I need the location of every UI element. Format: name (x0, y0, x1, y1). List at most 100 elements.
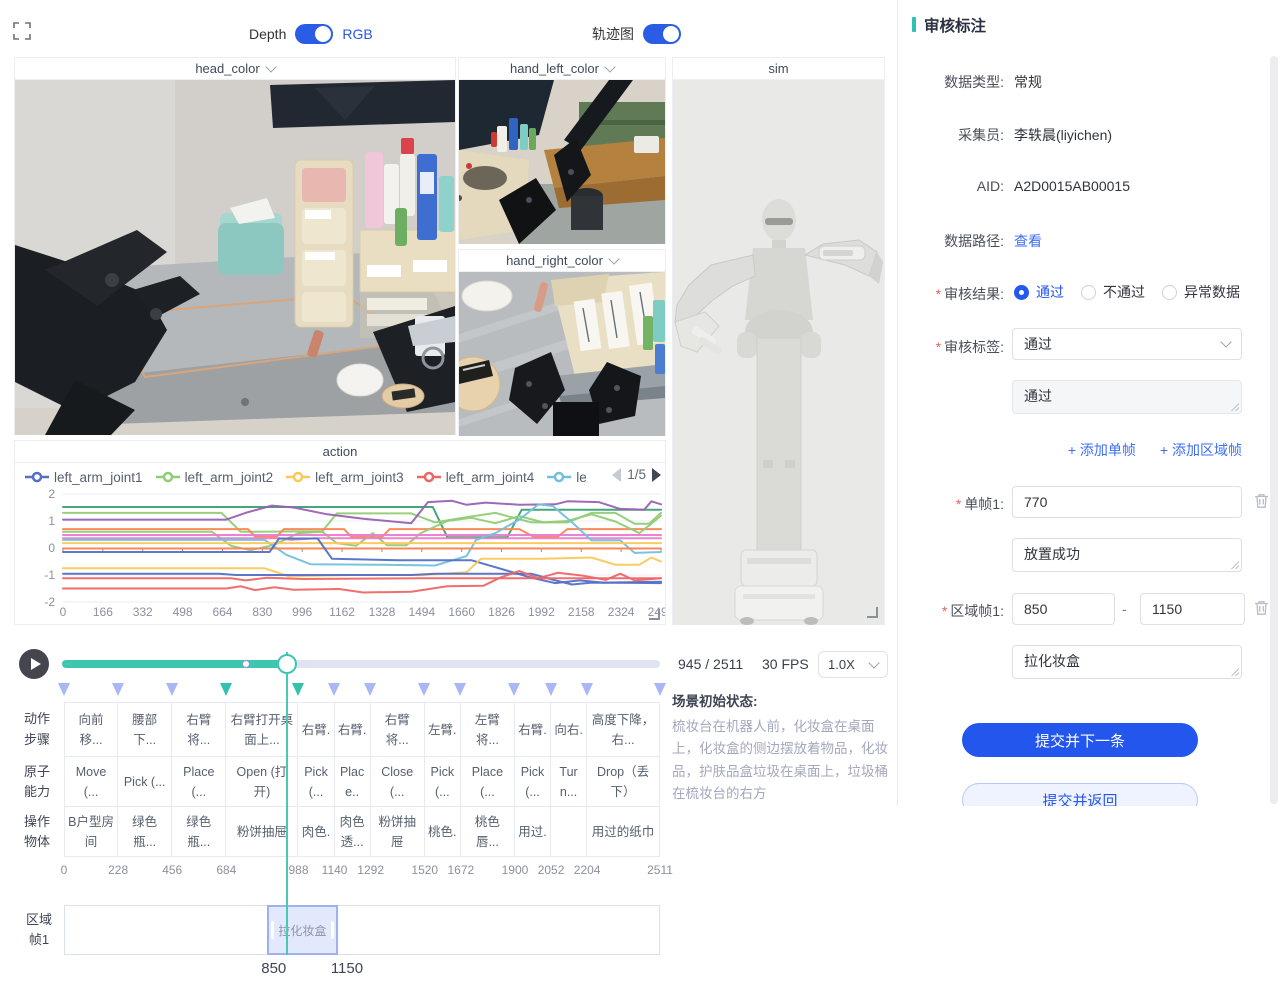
delete-single-frame-icon[interactable] (1254, 493, 1269, 509)
timeline-marker[interactable] (508, 683, 520, 696)
hand-right-camera-select[interactable]: hand_right_color (459, 250, 665, 272)
timeline-marker[interactable] (581, 683, 593, 696)
legend-item[interactable]: left_arm_joint4 (417, 470, 535, 485)
add-single-frame-link[interactable]: + 添加单帧 (1068, 440, 1136, 460)
legend-item[interactable]: left_arm_joint3 (286, 470, 404, 485)
single-frame-input[interactable]: 770 (1012, 486, 1242, 518)
robot-data-review-app: Depth RGB 轨迹图 head_color (0, 0, 1280, 987)
legend-item[interactable]: left_arm_joint1 (25, 470, 143, 485)
sim-panel: sim (672, 57, 885, 625)
fps-label: 30 FPS (762, 656, 809, 672)
region-track[interactable]: 拉化妆盒 (64, 905, 660, 955)
step-cell-action: 高度下降，右... (587, 702, 660, 757)
timeline-marker[interactable] (364, 683, 376, 696)
svg-text:2324: 2324 (608, 605, 635, 619)
steps-axis-tick: 2511 (647, 863, 673, 877)
step-cell-action: 右臂将... (172, 702, 226, 757)
playhead-line[interactable] (286, 652, 288, 955)
steps-axis-tick: 1520 (411, 863, 438, 877)
timeline-slider-track[interactable] (62, 660, 660, 668)
legend-prev-icon[interactable] (612, 468, 621, 482)
timeline-marker[interactable] (220, 683, 232, 696)
legend-item[interactable]: left_arm_joint2 (156, 470, 274, 485)
head-camera-title: head_color (195, 61, 259, 76)
review-tag-note-textarea[interactable]: 通过 (1012, 380, 1242, 414)
action-chart-header: action (15, 441, 665, 463)
delete-region-frame-icon[interactable] (1254, 600, 1269, 616)
timeline-marker[interactable] (454, 683, 466, 696)
steps-axis-tick: 684 (216, 863, 236, 877)
svg-text:166: 166 (93, 605, 113, 619)
sim-resize-handle-icon[interactable] (867, 607, 878, 618)
head-camera-select[interactable]: head_color (15, 58, 455, 80)
step-cell-action: 右臂将... (371, 702, 425, 757)
radio-option-fail[interactable]: 不通过 (1081, 282, 1145, 302)
timeline-marker[interactable] (58, 683, 70, 696)
resize-handle-icon[interactable] (1230, 560, 1239, 569)
region-frame-note-textarea[interactable]: 拉化妆盒 (1012, 645, 1242, 679)
timeline-marker[interactable] (654, 683, 666, 696)
chart-resize-handle-icon[interactable] (649, 609, 660, 620)
region-left-handle[interactable] (271, 921, 274, 939)
radio-option-pass[interactable]: 通过 (1014, 282, 1064, 302)
svg-text:1494: 1494 (408, 605, 435, 619)
submit-back-button[interactable]: 提交并返回 (962, 783, 1198, 806)
resize-handle-icon[interactable] (1230, 667, 1239, 676)
region-start-label: 850 (261, 960, 286, 977)
timeline-slider-handle[interactable] (277, 654, 297, 674)
step-cell-atomic: Pick (... (118, 757, 172, 807)
legend-next-icon[interactable] (652, 468, 661, 482)
hand-left-camera-select[interactable]: hand_left_color (459, 58, 665, 80)
speed-select[interactable]: 1.0X (818, 651, 888, 678)
rgb-label: RGB (342, 26, 372, 42)
timeline-marker[interactable] (418, 683, 430, 696)
fullscreen-icon[interactable] (13, 22, 31, 40)
region-range-box[interactable]: 拉化妆盒 (267, 905, 338, 955)
steps-axis-tick: 0 (61, 863, 68, 877)
step-cell-object: 粉饼抽屉 (371, 807, 425, 857)
timeline-marker[interactable] (328, 683, 340, 696)
step-cell-atomic: Pick (... (299, 757, 335, 807)
svg-text:1: 1 (48, 514, 55, 528)
timeline-marker[interactable] (292, 683, 304, 696)
steps-axis-tick: 456 (162, 863, 182, 877)
step-cell-atomic: Move (... (64, 757, 118, 807)
sim-viewport[interactable] (673, 80, 884, 625)
timeline-marker[interactable] (112, 683, 124, 696)
trajectory-toggle[interactable] (643, 24, 681, 44)
single-frame-note-textarea[interactable]: 放置成功 (1012, 538, 1242, 572)
step-cell-object: 桃色. (425, 807, 461, 857)
data-path-view-link[interactable]: 查看 (1014, 231, 1042, 251)
add-region-frame-link[interactable]: + 添加区域帧 (1160, 440, 1242, 460)
chevron-down-icon (1220, 336, 1231, 347)
legend-item-label: left_arm_joint3 (315, 470, 404, 485)
step-cell-object (551, 807, 587, 857)
region-frame-start-input[interactable]: 850 (1012, 593, 1115, 625)
data-type-label: 数据类型: (912, 72, 1004, 92)
play-button[interactable] (19, 649, 49, 679)
timeline-marker[interactable] (545, 683, 557, 696)
review-tag-select[interactable]: 通过 (1012, 328, 1242, 360)
action-chart-plot[interactable]: 210-1-2016633249866483099611621328149416… (15, 486, 665, 624)
resize-handle-icon[interactable] (1230, 402, 1239, 411)
radio-option-abnormal[interactable]: 异常数据 (1162, 282, 1240, 302)
step-cell-action: 向右. (551, 702, 587, 757)
step-cell-atomic: Place (... (461, 757, 515, 807)
region-right-handle[interactable] (331, 921, 334, 939)
svg-text:996: 996 (292, 605, 312, 619)
svg-text:1826: 1826 (488, 605, 515, 619)
timeline-marker[interactable] (166, 683, 178, 696)
scrollbar[interactable] (1270, 56, 1278, 804)
scene-state-block: 场景初始状态: 梳妆台在机器人前，化妆盒在桌面上，化妆盒的侧边摆放着物品，化妆品… (672, 690, 888, 805)
single-frame-dot-marker[interactable] (242, 660, 250, 668)
steps-axis-tick: 1672 (447, 863, 474, 877)
svg-text:-1: -1 (44, 568, 55, 582)
timeline-slider-fill (62, 660, 287, 668)
radio-unselected-icon (1162, 285, 1177, 300)
scene-state-title: 场景初始状态: (672, 690, 888, 710)
legend-item[interactable]: le (547, 470, 587, 485)
submit-next-button[interactable]: 提交并下一条 (962, 723, 1198, 757)
region-frame-end-input[interactable]: 1150 (1140, 593, 1245, 625)
depth-rgb-toggle[interactable] (295, 24, 333, 44)
play-icon (31, 658, 41, 670)
